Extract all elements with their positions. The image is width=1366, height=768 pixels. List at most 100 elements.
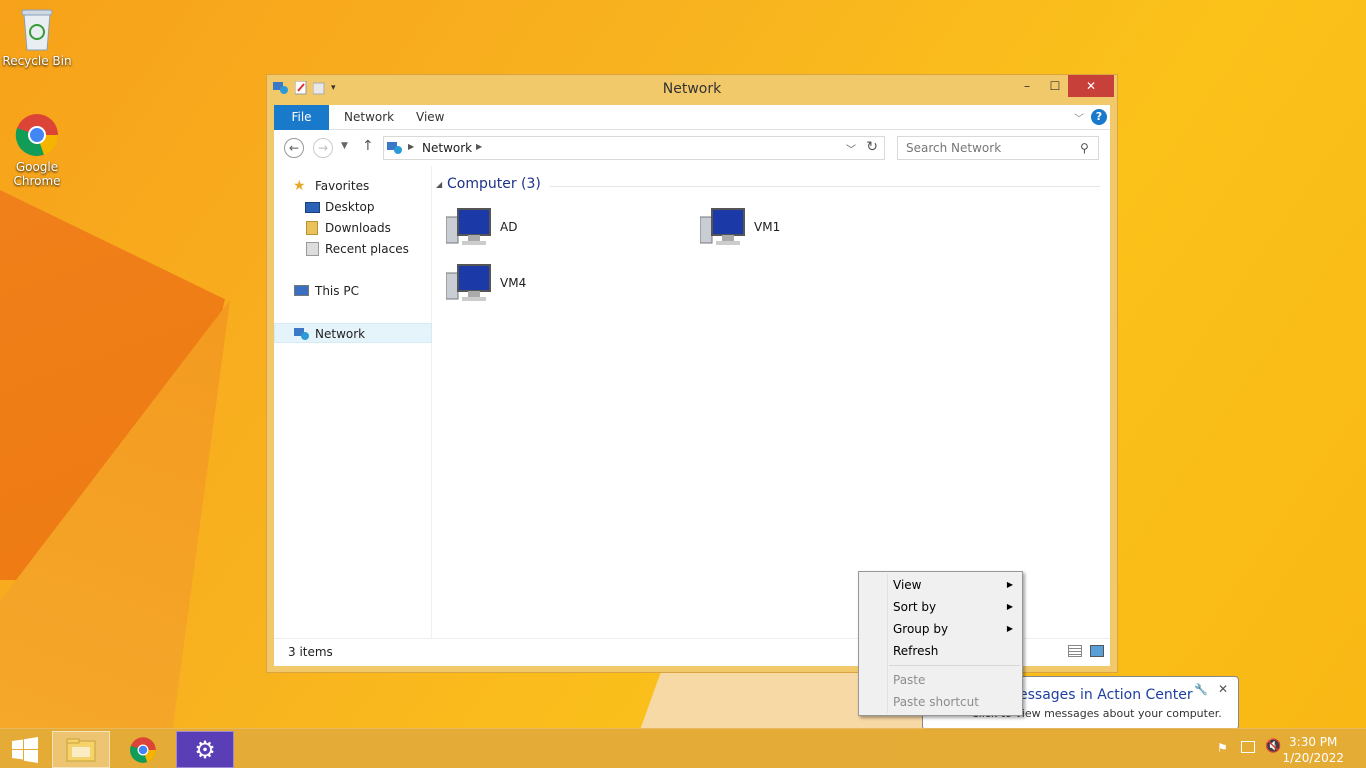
downloads-icon: [306, 221, 318, 235]
help-icon[interactable]: ?: [1091, 109, 1107, 125]
search-icon[interactable]: ⚲: [1080, 141, 1089, 155]
menu-item-label: Group by: [893, 622, 949, 636]
nav-label: Network: [315, 327, 366, 341]
taskbar: ⚙ ⚑ 🔇 3:30 PM 1/20/2022: [0, 728, 1366, 768]
item-label: AD: [500, 220, 518, 234]
chrome-icon: [15, 114, 59, 156]
close-button[interactable]: ✕: [1068, 75, 1114, 97]
large-icons-view-icon[interactable]: [1090, 645, 1104, 657]
menu-item-group-by[interactable]: Group by ▶: [893, 618, 1021, 640]
computer-icon: [700, 208, 745, 245]
clock-date: 1/20/2022: [1282, 751, 1344, 765]
desktop-icon-label: Recycle Bin: [2, 54, 72, 68]
address-dropdown-icon[interactable]: ﹀: [846, 141, 856, 156]
gear-icon: ⚙: [194, 735, 216, 764]
menu-item-label: Paste shortcut: [893, 695, 979, 709]
taskbar-file-explorer[interactable]: [52, 731, 110, 768]
navigation-pane: ★ Favorites Desktop Downloads Recent pla…: [274, 166, 432, 638]
navigation-bar: ← → ▼ ↑ ▶ Network ▶ ﹀ ↻ Search Network ⚲: [274, 130, 1110, 166]
settings-icon[interactable]: 🔧: [1194, 683, 1208, 696]
refresh-icon[interactable]: ↻: [866, 139, 878, 155]
network-icon: [294, 328, 309, 340]
tab-view[interactable]: View: [402, 105, 458, 130]
item-label: VM1: [754, 220, 781, 234]
recent-places-icon: [306, 242, 319, 256]
close-icon[interactable]: ✕: [1218, 682, 1228, 696]
menu-item-sort-by[interactable]: Sort by ▶: [893, 596, 1021, 618]
taskbar-settings[interactable]: ⚙: [176, 731, 234, 768]
window-title: Network: [662, 81, 722, 97]
desktop-icon: [305, 202, 320, 213]
menu-item-paste[interactable]: Paste: [893, 669, 1021, 691]
computer-item-ad[interactable]: AD: [446, 207, 517, 247]
nav-item-favorites[interactable]: ★ Favorites: [274, 176, 432, 196]
computer-icon: [446, 208, 491, 245]
clock-time: 3:30 PM: [1289, 735, 1338, 749]
recent-locations-icon[interactable]: ▼: [341, 141, 348, 151]
item-label: VM4: [500, 276, 527, 290]
nav-item-recent-places[interactable]: Recent places: [274, 239, 432, 259]
nav-label: Favorites: [315, 179, 370, 193]
group-divider: [550, 186, 1100, 187]
menu-gutter: [887, 574, 888, 713]
submenu-arrow-icon: ▶: [1006, 602, 1013, 611]
desktop-icon-recycle-bin[interactable]: Recycle Bin: [0, 6, 74, 68]
folder-icon: [66, 738, 96, 761]
nav-item-desktop[interactable]: Desktop: [274, 197, 432, 217]
computer-icon: [446, 264, 491, 301]
item-count: 3 items: [288, 645, 333, 659]
computer-icon: [294, 285, 309, 296]
file-list: ◢ Computer (3) AD VM1 VM4: [432, 166, 1110, 638]
notification-title: essages in Action Center: [1019, 687, 1193, 703]
star-icon: ★: [293, 178, 306, 194]
computer-item-vm4[interactable]: VM4: [446, 263, 526, 303]
menu-item-label: Sort by: [893, 600, 937, 614]
ribbon-tabs: File Network View ﹀ ?: [274, 105, 1110, 130]
submenu-arrow-icon: ▶: [1006, 580, 1013, 589]
action-center-flag-icon[interactable]: ⚑: [1217, 741, 1228, 755]
back-button[interactable]: ←: [284, 138, 304, 158]
volume-muted-icon[interactable]: 🔇: [1265, 739, 1281, 754]
breadcrumb-network[interactable]: Network: [422, 141, 472, 155]
nav-label: Downloads: [325, 221, 391, 235]
forward-button[interactable]: →: [313, 138, 333, 158]
nav-item-this-pc[interactable]: This PC: [274, 281, 432, 301]
menu-item-refresh[interactable]: Refresh: [893, 640, 1021, 662]
menu-separator: [889, 665, 1020, 666]
menu-item-label: View: [893, 578, 922, 592]
start-button[interactable]: [0, 731, 50, 768]
nav-label: Recent places: [325, 242, 409, 256]
title-bar[interactable]: ▾ Network – ☐ ✕: [267, 75, 1117, 105]
expand-ribbon-icon[interactable]: ﹀: [1074, 110, 1084, 125]
menu-item-view[interactable]: View ▶: [893, 574, 1021, 596]
collapse-group-icon[interactable]: ◢: [436, 180, 442, 189]
system-clock[interactable]: 3:30 PM 1/20/2022: [1282, 734, 1344, 766]
menu-item-label: Paste: [893, 673, 926, 687]
breadcrumb-separator-icon[interactable]: ▶: [408, 142, 414, 151]
nav-label: This PC: [315, 284, 359, 298]
recycle-bin-icon: [21, 9, 53, 51]
menu-item-label: Refresh: [893, 644, 939, 658]
menu-item-paste-shortcut[interactable]: Paste shortcut: [893, 691, 1021, 713]
up-button[interactable]: ↑: [362, 138, 374, 154]
desktop-icon-label: Google Chrome: [13, 160, 61, 188]
submenu-arrow-icon: ▶: [1006, 624, 1013, 633]
search-input[interactable]: Search Network: [897, 136, 1099, 160]
group-header[interactable]: Computer (3): [447, 176, 541, 192]
details-view-icon[interactable]: [1068, 645, 1082, 657]
computer-item-vm1[interactable]: VM1: [700, 207, 780, 247]
address-bar[interactable]: ▶ Network ▶ ﹀ ↻: [383, 136, 885, 160]
nav-label: Desktop: [325, 200, 375, 214]
network-icon: [387, 142, 402, 154]
breadcrumb-separator-icon[interactable]: ▶: [476, 142, 482, 151]
tab-network[interactable]: Network: [330, 105, 408, 130]
nav-item-network[interactable]: Network: [274, 323, 432, 343]
taskbar-chrome[interactable]: [114, 731, 172, 768]
chrome-icon: [130, 736, 156, 763]
windows-logo-icon: [12, 736, 38, 763]
tab-file[interactable]: File: [274, 105, 329, 130]
desktop-icon-google-chrome[interactable]: Google Chrome: [0, 112, 74, 188]
network-tray-icon[interactable]: [1241, 741, 1255, 753]
context-menu: View ▶ Sort by ▶ Group by ▶ Refresh Paste P…: [858, 571, 1023, 716]
nav-item-downloads[interactable]: Downloads: [274, 218, 432, 238]
